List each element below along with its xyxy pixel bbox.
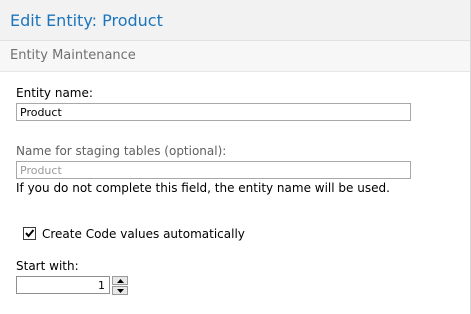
spin-up-icon bbox=[117, 279, 124, 283]
page-title: Edit Entity: Product bbox=[10, 11, 163, 30]
create-code-label: Create Code values automatically bbox=[42, 227, 245, 241]
page-subtitle: Entity Maintenance bbox=[10, 48, 136, 63]
staging-name-input[interactable] bbox=[16, 161, 411, 179]
entity-name-label: Entity name: bbox=[16, 86, 93, 100]
subtitle-bar: Entity Maintenance bbox=[0, 41, 470, 72]
spin-down-button[interactable] bbox=[112, 286, 128, 295]
create-code-checkbox[interactable] bbox=[23, 227, 36, 240]
title-bar: Edit Entity: Product bbox=[0, 0, 470, 41]
spin-down-icon bbox=[117, 289, 124, 293]
start-with-stepper bbox=[16, 276, 130, 296]
edit-entity-panel: Edit Entity: Product Entity Maintenance … bbox=[0, 0, 471, 314]
start-with-input[interactable] bbox=[16, 276, 110, 294]
start-with-label: Start with: bbox=[16, 259, 79, 273]
entity-name-input[interactable] bbox=[16, 103, 411, 121]
check-icon bbox=[25, 229, 35, 238]
staging-name-label: Name for staging tables (optional): bbox=[16, 144, 227, 158]
spin-up-button[interactable] bbox=[112, 276, 128, 285]
staging-name-help: If you do not complete this field, the e… bbox=[16, 181, 390, 195]
